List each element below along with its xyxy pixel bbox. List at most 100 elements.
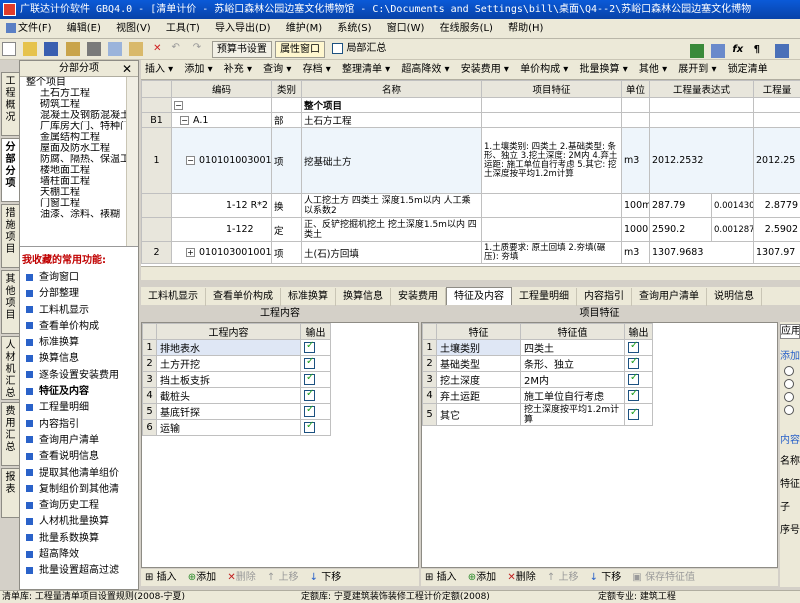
fav-item[interactable]: 标准换算 (20, 335, 138, 351)
tab-unit-price[interactable]: 查看单价构成 (206, 288, 281, 306)
tab-project-overview[interactable]: 工程概况 (1, 72, 19, 136)
table-row[interactable]: 1-12 R*2 换 人工挖土方 四类土 深度1.5m以内 人工乘以系数2 10… (141, 193, 800, 218)
feature-value[interactable]: 条形、独立 (520, 355, 625, 372)
feature-value[interactable]: 四类土 (520, 339, 625, 356)
fav-item[interactable]: 人材机批量换算 (20, 514, 138, 530)
output-checkbox[interactable] (304, 373, 315, 385)
tab-features-content[interactable]: 特征及内容 (446, 287, 512, 305)
feature-name[interactable]: 基础类型 (436, 355, 521, 372)
tab-notes[interactable]: 说明信息 (707, 288, 762, 306)
fav-item[interactable]: 内容指引 (20, 417, 138, 433)
fav-item[interactable]: 换算信息 (20, 351, 138, 367)
tab-measures[interactable]: 措施项目 (1, 204, 19, 268)
fav-item[interactable]: 逐条设置安装费用 (20, 368, 138, 384)
install-cost-menu[interactable]: 安装费用 ▾ (457, 60, 513, 79)
output-checkbox[interactable] (304, 389, 315, 401)
output-checkbox[interactable] (628, 341, 639, 353)
table-row-selected[interactable]: 1 −010101003001 项 挖基础土方 1.土壤类别: 四类土 2.基础… (141, 127, 800, 194)
grid-icon[interactable] (774, 44, 789, 58)
paragraph-icon[interactable]: ¶ (754, 44, 768, 58)
output-checkbox[interactable] (628, 373, 639, 385)
col-quantity[interactable]: 工程量 (753, 80, 800, 98)
menu-window[interactable]: 窗口(W) (381, 19, 431, 39)
fav-item[interactable]: 查询历史工程 (20, 498, 138, 514)
copy-icon[interactable] (107, 42, 122, 56)
fav-item[interactable]: 查询用户清单 (20, 433, 138, 449)
apply-button[interactable]: 应用 (780, 324, 800, 339)
tab-conversion-info[interactable]: 换算信息 (336, 288, 391, 306)
menu-file[interactable]: 文件(F) (0, 19, 58, 39)
grid-horizontal-scrollbar[interactable] (141, 266, 800, 280)
tree-item[interactable]: 天棚工程 (20, 187, 138, 198)
tree-item[interactable]: 砌筑工程 (20, 99, 138, 110)
unit-price-menu[interactable]: 单价构成 ▾ (516, 60, 572, 79)
tab-other-items[interactable]: 其他项目 (1, 270, 19, 334)
height-reduction-menu[interactable]: 超高降效 ▾ (397, 60, 453, 79)
table-row[interactable]: 2 土方开挖 (142, 355, 331, 372)
tree-item[interactable]: 油漆、涂料、裱糊 (20, 209, 138, 220)
local-summary-button[interactable]: 局部汇总 (328, 41, 390, 58)
add-menu[interactable]: 添加 ▾ (180, 60, 216, 79)
feature-name[interactable]: 其它 (436, 403, 521, 426)
fav-item[interactable]: 查看单价构成 (20, 319, 138, 335)
collapse-icon[interactable]: − (186, 156, 195, 165)
tab-content-guide[interactable]: 内容指引 (577, 288, 632, 306)
tree-item[interactable]: 门窗工程 (20, 198, 138, 209)
output-checkbox[interactable] (628, 407, 639, 420)
tree-item[interactable]: 屋面及防水工程 (20, 143, 138, 154)
output-checkbox[interactable] (628, 389, 639, 401)
fav-item[interactable]: 复制组价到其他清 (20, 482, 138, 498)
close-icon[interactable]: ✕ (122, 61, 132, 77)
tab-material-display[interactable]: 工料机显示 (141, 288, 206, 306)
attribute-window-button[interactable]: 属性窗口 (275, 41, 326, 58)
menu-help[interactable]: 帮助(H) (502, 19, 549, 39)
table-row[interactable]: 3 挡土板支拆 (142, 371, 331, 388)
output-checkbox[interactable] (304, 341, 315, 353)
batch-convert-menu[interactable]: 批量换算 ▾ (576, 60, 632, 79)
archive-menu[interactable]: 存档 ▾ (299, 60, 335, 79)
fav-item-active[interactable]: 特征及内容 (20, 384, 138, 400)
work-item[interactable]: 基底钎探 (156, 403, 301, 420)
formula-icon[interactable]: fx (732, 44, 746, 58)
move-down-button[interactable]: ↓ 下移 (306, 569, 346, 586)
move-down-button[interactable]: ↓ 下移 (586, 569, 626, 586)
col-name[interactable]: 名称 (301, 80, 482, 98)
cell-features[interactable]: 1.土质要求: 原土回填 2.夯填(碾压): 夯填 (481, 241, 622, 264)
radio-option[interactable] (784, 392, 794, 402)
work-item[interactable]: 截桩头 (156, 387, 301, 404)
radio-option[interactable] (784, 379, 794, 389)
table-row[interactable]: 1 排地表水 (142, 339, 331, 356)
radio-option[interactable] (784, 366, 794, 376)
table-row[interactable]: 1-122 定 正、反铲挖掘机挖土 挖土深度1.5m以内 四类土 1000m3 … (141, 217, 800, 242)
menu-import-export[interactable]: 导入导出(D) (209, 19, 277, 39)
query-menu[interactable]: 查询 ▾ (259, 60, 295, 79)
col-category[interactable]: 类别 (271, 80, 302, 98)
work-item[interactable]: 挡土板支拆 (156, 371, 301, 388)
fav-item[interactable]: 分部整理 (20, 286, 138, 302)
tab-labor-material[interactable]: 人材机汇总 (1, 336, 19, 400)
col-code[interactable]: 编码 (171, 80, 272, 98)
tree-scrollbar[interactable] (126, 77, 138, 246)
fav-item[interactable]: 批量系数换算 (20, 531, 138, 547)
fav-item[interactable]: 查询窗口 (20, 270, 138, 286)
feature-value[interactable]: 挖土深度按平均1.2m计算 (520, 403, 625, 426)
supplement-menu[interactable]: 补充 ▾ (220, 60, 256, 79)
feature-value[interactable]: 施工单位自行考虑 (520, 387, 625, 404)
menu-view[interactable]: 视图(V) (110, 19, 157, 39)
insert-button[interactable]: ⊞ 插入 (421, 569, 461, 586)
insert-button[interactable]: ⊞ 插入 (141, 569, 181, 586)
open-icon[interactable] (23, 42, 38, 56)
table-row[interactable]: 5 基底钎探 (142, 403, 331, 420)
calculator-icon[interactable] (690, 44, 704, 58)
tab-quantity-detail[interactable]: 工程量明细 (512, 288, 577, 306)
table-row[interactable]: 4 弃土运距 施工单位自行考虑 (422, 387, 653, 404)
col-unit[interactable]: 单位 (621, 80, 650, 98)
work-item[interactable]: 排地表水 (156, 339, 301, 356)
insert-menu[interactable]: 插入 ▾ (141, 60, 177, 79)
menu-online[interactable]: 在线服务(L) (434, 19, 499, 39)
add-button[interactable]: ⊕添加 (184, 569, 220, 586)
feature-name[interactable]: 挖土深度 (436, 371, 521, 388)
output-checkbox[interactable] (628, 357, 639, 369)
output-checkbox[interactable] (304, 357, 315, 369)
table-row[interactable]: B1 − A.1 部 土石方工程 (141, 112, 800, 128)
